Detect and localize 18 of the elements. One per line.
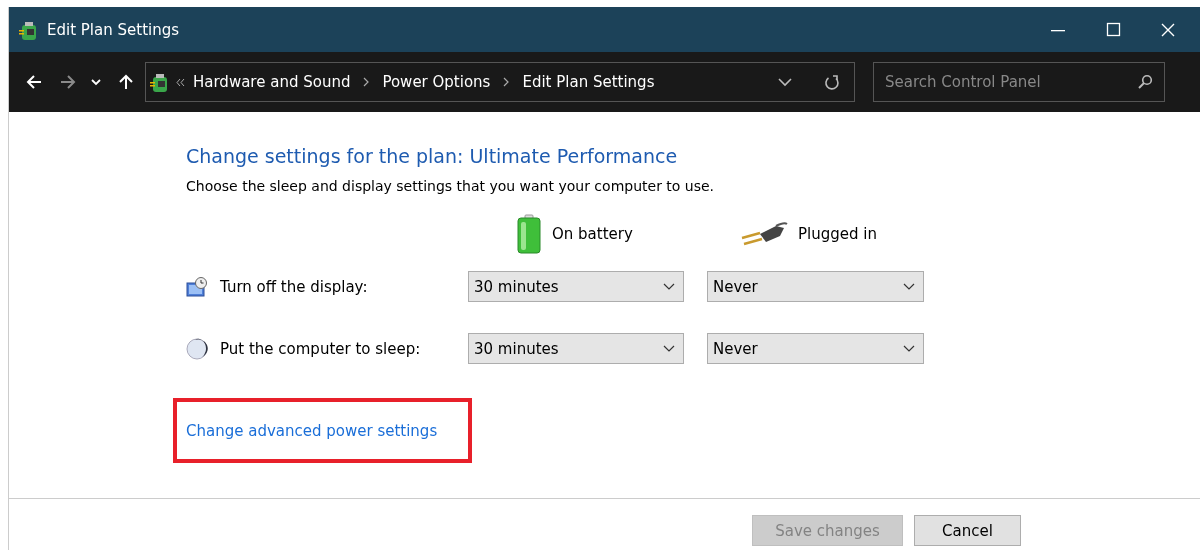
advanced-settings-link[interactable]: Change advanced power settings (186, 421, 438, 440)
page-heading: Change settings for the plan: Ultimate Performance (186, 145, 679, 167)
dropdown[interactable]: Never (707, 333, 924, 364)
dropdown[interactable]: 30 minutes (468, 271, 684, 302)
breadcrumb-item[interactable]: Hardware and Sound (193, 73, 351, 91)
dropdown[interactable]: 30 minutes (468, 333, 684, 364)
column-label: On battery (552, 225, 633, 243)
window-title: Edit Plan Settings (47, 20, 180, 39)
breadcrumb-item[interactable]: Edit Plan Settings (522, 73, 655, 91)
dropdown[interactable]: Never (707, 271, 924, 302)
cancel-button[interactable]: Cancel (914, 515, 1021, 546)
search-field[interactable]: Search Control Panel (873, 62, 1165, 102)
setting-label: Put the computer to sleep: (220, 339, 421, 358)
address-bar[interactable]: Hardware and Sound Power Options Edit Plan Settings (145, 62, 855, 102)
column-label: Plugged in (798, 225, 877, 243)
description-text: Choose the sleep and display settings that you want your computer to use. (186, 178, 716, 194)
setting-label: Turn off the display: (220, 277, 368, 296)
breadcrumb-item[interactable]: Power Options (382, 73, 491, 91)
